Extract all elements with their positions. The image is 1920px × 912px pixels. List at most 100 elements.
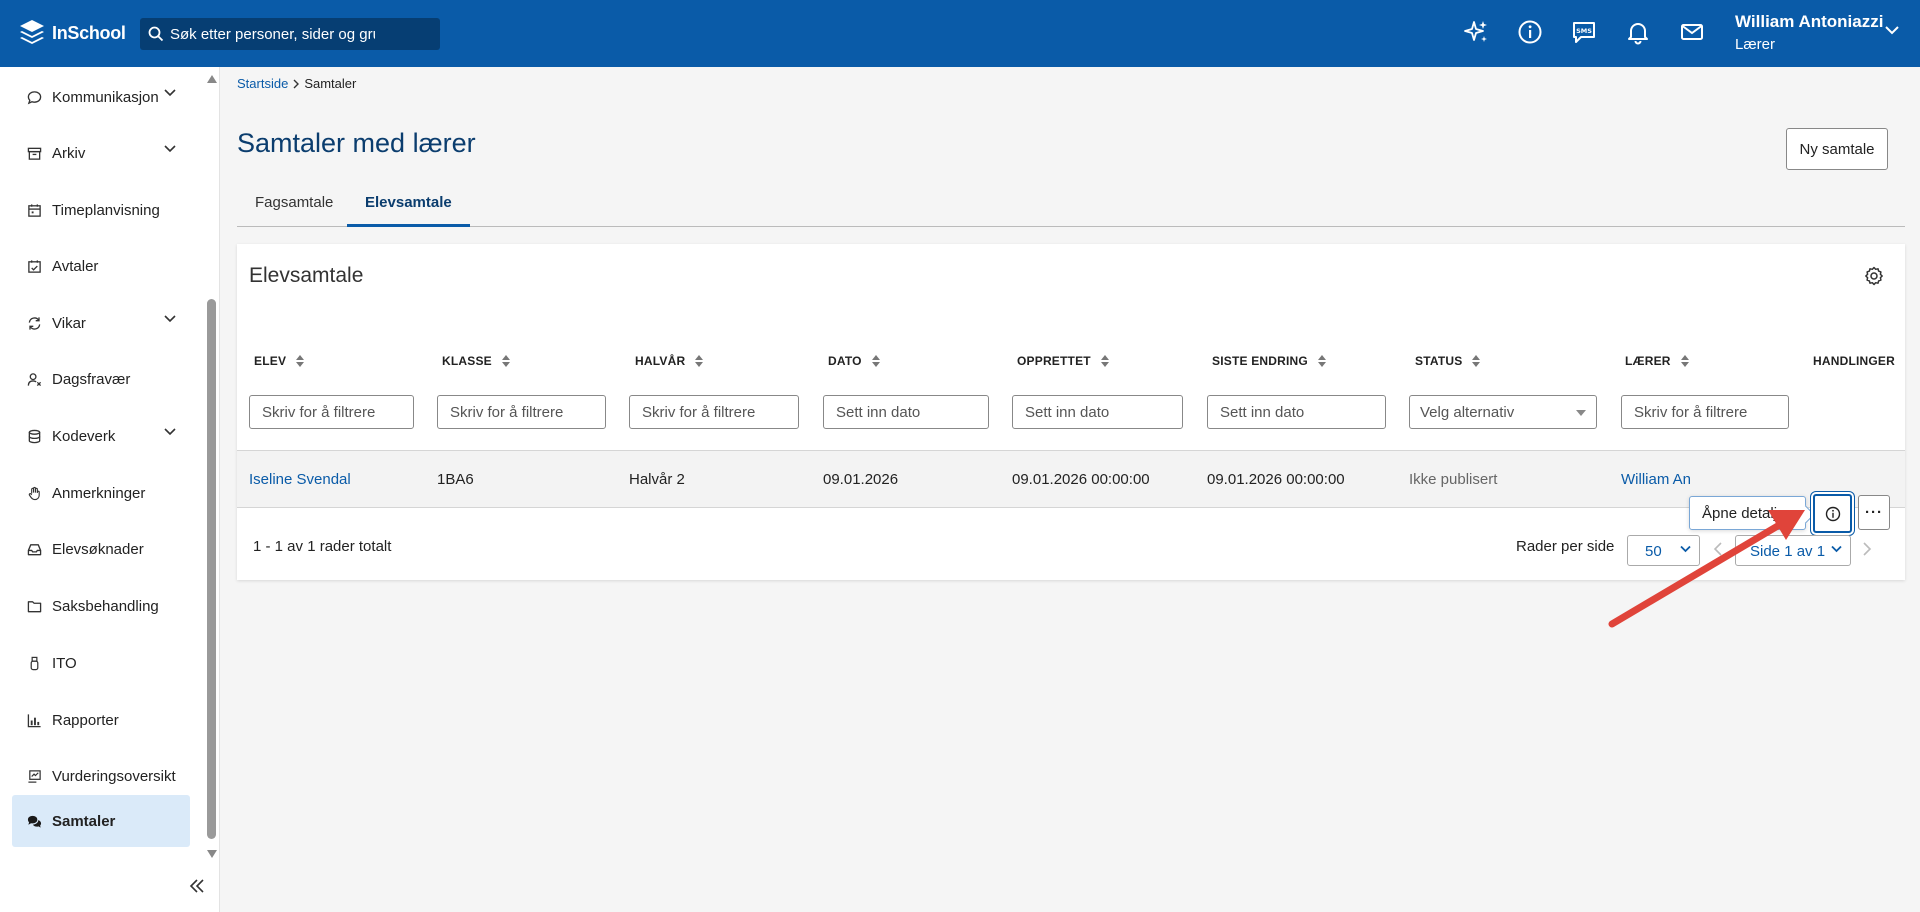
database-icon <box>26 428 42 444</box>
sidebar-item-label: Samtaler <box>52 812 116 830</box>
conversation-icon <box>26 813 42 829</box>
sidebar-item-ito[interactable]: ITO <box>12 637 190 689</box>
sidebar-item-dagsfravaer[interactable]: Dagsfravær <box>12 353 190 405</box>
user-name: William Antoniazzi <box>1735 12 1884 31</box>
next-page-icon[interactable] <box>1862 542 1872 556</box>
search-icon <box>148 26 164 42</box>
sidebar-item-elevsoknader[interactable]: Elevsøknader <box>12 523 190 575</box>
sidebar-item-label: Avtaler <box>52 257 99 275</box>
sidebar-item-label: ITO <box>52 654 77 672</box>
chat-bubble-icon <box>26 89 42 105</box>
sidebar-scrollbar-thumb[interactable] <box>207 299 216 839</box>
sidebar-item-label: Dagsfravær <box>52 370 131 388</box>
sidebar-item-label: Anmerkninger <box>52 484 146 502</box>
chevron-down-icon <box>164 315 176 323</box>
sort-icon <box>296 355 305 367</box>
scroll-up-arrow-icon[interactable] <box>207 75 217 83</box>
previous-page-icon[interactable] <box>1713 542 1723 556</box>
filter-elev-input[interactable] <box>249 395 414 429</box>
sidebar-item-avtaler[interactable]: Avtaler <box>12 240 190 292</box>
logo-stack-icon <box>20 20 44 44</box>
svg-text:SMS: SMS <box>1576 27 1592 35</box>
sort-icon <box>1680 355 1689 367</box>
sidebar-item-label: Kodeverk <box>52 427 116 445</box>
sidebar-item-saksbehandling[interactable]: Saksbehandling <box>12 580 190 632</box>
filter-laerer-input[interactable] <box>1621 395 1789 429</box>
info-icon <box>1825 506 1840 521</box>
breadcrumb: Startside Samtaler <box>237 76 356 91</box>
chevron-down-icon <box>164 145 176 153</box>
sidebar-item-arkiv[interactable]: Arkiv <box>12 127 190 179</box>
sidebar-item-timeplanvisning[interactable]: Timeplanvisning <box>12 184 190 236</box>
column-header-siste-endring[interactable]: SISTE ENDRING <box>1212 354 1326 368</box>
cell-klasse: 1BA6 <box>437 471 474 488</box>
search-input[interactable] <box>170 25 375 43</box>
column-header-status[interactable]: STATUS <box>1415 354 1481 368</box>
chevron-down-icon[interactable] <box>1885 25 1899 35</box>
column-header-dato[interactable]: DATO <box>828 354 880 368</box>
filter-siste-endring-input[interactable] <box>1207 395 1386 429</box>
archive-box-icon <box>26 145 42 161</box>
sidebar-item-vikar[interactable]: Vikar <box>12 297 190 349</box>
sidebar-item-rapporter[interactable]: Rapporter <box>12 694 190 746</box>
cell-elev-link[interactable]: Iseline Svendal <box>249 471 351 488</box>
sort-icon <box>1317 355 1326 367</box>
global-search[interactable] <box>140 18 440 50</box>
more-actions-button[interactable]: ··· <box>1858 495 1890 530</box>
assessment-icon <box>26 768 42 784</box>
page-select[interactable]: Side 1 av 1 <box>1735 535 1851 566</box>
tab-elevsamtale[interactable]: Elevsamtale <box>347 184 470 227</box>
sms-icon[interactable]: SMS <box>1570 18 1598 46</box>
filter-dato-input[interactable] <box>823 395 989 429</box>
mail-icon[interactable] <box>1678 18 1706 46</box>
hand-icon <box>26 485 42 501</box>
top-bar: InSchool SMS William Antoniazzi Lærer <box>0 0 1920 67</box>
filter-halvar-input[interactable] <box>629 395 799 429</box>
filter-klasse-input[interactable] <box>437 395 606 429</box>
column-header-elev[interactable]: ELEV <box>254 354 305 368</box>
filter-status-select[interactable]: Velg alternativ <box>1409 395 1597 429</box>
sort-icon <box>1472 355 1481 367</box>
sidebar-item-label: Arkiv <box>52 144 86 162</box>
user-menu[interactable]: William Antoniazzi Lærer <box>1735 12 1883 53</box>
breadcrumb-home-link[interactable]: Startside <box>237 76 288 91</box>
chevron-down-icon <box>164 89 176 97</box>
info-icon[interactable] <box>1516 18 1544 46</box>
column-header-opprettet[interactable]: OPPRETTET <box>1017 354 1109 368</box>
filter-opprettet-input[interactable] <box>1012 395 1183 429</box>
sidebar-item-kodeverk[interactable]: Kodeverk <box>12 410 190 462</box>
sidebar-item-label: Timeplanvisning <box>52 201 160 219</box>
table-row: Iseline Svendal 1BA6 Halvår 2 09.01.2026… <box>237 450 1905 508</box>
column-header-klasse[interactable]: KLASSE <box>442 354 510 368</box>
scroll-down-arrow-icon[interactable] <box>207 850 217 858</box>
calendar-check-icon <box>26 258 42 274</box>
rows-summary: 1 - 1 av 1 rader totalt <box>253 538 392 555</box>
sidebar-item-label: Rapporter <box>52 711 119 729</box>
column-header-handlinger: HANDLINGER <box>1813 354 1895 368</box>
sparkle-icon[interactable] <box>1462 18 1490 46</box>
rows-per-page-select[interactable]: 50 <box>1627 535 1700 566</box>
rows-per-page-label: Rader per side <box>1516 538 1615 555</box>
cell-halvar: Halvår 2 <box>629 471 685 488</box>
sidebar-item-kommunikasjon[interactable]: Kommunikasjon <box>12 71 190 123</box>
new-conversation-button[interactable]: Ny samtale <box>1786 128 1888 170</box>
breadcrumb-current: Samtaler <box>304 76 357 91</box>
gear-icon[interactable] <box>1864 266 1884 286</box>
chevron-down-icon <box>1831 545 1842 553</box>
chevron-down-icon <box>1680 545 1691 553</box>
cell-laerer-link[interactable]: William An <box>1621 471 1691 488</box>
open-details-button[interactable] <box>1813 494 1852 533</box>
column-header-laerer[interactable]: LÆRER <box>1625 354 1689 368</box>
user-absence-icon <box>26 371 42 387</box>
user-role: Lærer <box>1735 36 1776 53</box>
sidebar-item-samtaler[interactable]: Samtaler <box>12 795 190 847</box>
inschool-logo[interactable]: InSchool <box>18 18 126 48</box>
tab-fagsamtale[interactable]: Fagsamtale <box>237 184 351 227</box>
bell-icon[interactable] <box>1624 18 1652 46</box>
column-header-halvar[interactable]: HALVÅR <box>635 354 704 368</box>
collapse-sidebar-icon[interactable] <box>188 877 206 895</box>
sidebar: Kommunikasjon Arkiv Timeplanvisning Avta… <box>0 67 220 912</box>
sidebar-item-anmerkninger[interactable]: Anmerkninger <box>12 467 190 519</box>
cell-opprettet: 09.01.2026 00:00:00 <box>1012 471 1150 488</box>
calendar-icon <box>26 202 42 218</box>
